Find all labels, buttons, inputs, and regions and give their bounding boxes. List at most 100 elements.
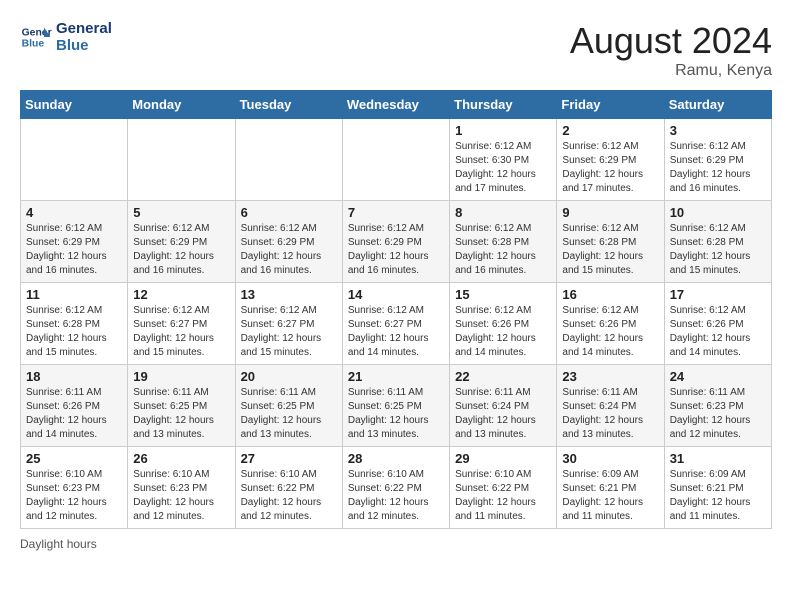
day-info: Sunrise: 6:12 AM Sunset: 6:29 PM Dayligh… bbox=[26, 222, 122, 278]
table-cell: 9 Sunrise: 6:12 AM Sunset: 6:28 PM Daylig… bbox=[557, 201, 664, 283]
table-cell bbox=[128, 119, 235, 201]
day-number: 10 bbox=[670, 205, 766, 220]
table-cell: 28 Sunrise: 6:10 AM Sunset: 6:22 PM Dayli… bbox=[342, 447, 449, 529]
week-row-2: 4 Sunrise: 6:12 AM Sunset: 6:29 PM Daylig… bbox=[21, 201, 772, 283]
table-cell: 14 Sunrise: 6:12 AM Sunset: 6:27 PM Dayli… bbox=[342, 283, 449, 365]
table-cell: 31Sunrise: 6:09 AM Sunset: 6:21 PM Dayli… bbox=[664, 447, 771, 529]
day-number: 12 bbox=[133, 287, 229, 302]
table-cell: 11Sunrise: 6:12 AM Sunset: 6:28 PM Dayli… bbox=[21, 283, 128, 365]
day-info: Sunrise: 6:12 AM Sunset: 6:30 PM Dayligh… bbox=[455, 140, 551, 196]
day-info: Sunrise: 6:12 AM Sunset: 6:27 PM Dayligh… bbox=[133, 304, 229, 360]
day-info: Sunrise: 6:10 AM Sunset: 6:22 PM Dayligh… bbox=[348, 468, 444, 524]
day-number: 24 bbox=[670, 369, 766, 384]
day-info: Sunrise: 6:11 AM Sunset: 6:23 PM Dayligh… bbox=[670, 386, 766, 442]
col-saturday: Saturday bbox=[664, 91, 771, 119]
col-friday: Friday bbox=[557, 91, 664, 119]
day-info: Sunrise: 6:12 AM Sunset: 6:26 PM Dayligh… bbox=[455, 304, 551, 360]
day-number: 7 bbox=[348, 205, 444, 220]
day-number: 22 bbox=[455, 369, 551, 384]
day-info: Sunrise: 6:12 AM Sunset: 6:29 PM Dayligh… bbox=[133, 222, 229, 278]
table-cell: 29Sunrise: 6:10 AM Sunset: 6:22 PM Dayli… bbox=[450, 447, 557, 529]
day-info: Sunrise: 6:12 AM Sunset: 6:29 PM Dayligh… bbox=[562, 140, 658, 196]
table-cell: 15 Sunrise: 6:12 AM Sunset: 6:26 PM Dayli… bbox=[450, 283, 557, 365]
col-wednesday: Wednesday bbox=[342, 91, 449, 119]
logo-blue: Blue bbox=[56, 37, 112, 54]
table-cell bbox=[342, 119, 449, 201]
day-info: Sunrise: 6:12 AM Sunset: 6:27 PM Dayligh… bbox=[241, 304, 337, 360]
table-cell: 30 Sunrise: 6:09 AM Sunset: 6:21 PM Dayli… bbox=[557, 447, 664, 529]
day-number: 4 bbox=[26, 205, 122, 220]
day-info: Sunrise: 6:11 AM Sunset: 6:25 PM Dayligh… bbox=[133, 386, 229, 442]
day-info: Sunrise: 6:12 AM Sunset: 6:27 PM Dayligh… bbox=[348, 304, 444, 360]
table-cell: 6Sunrise: 6:12 AM Sunset: 6:29 PM Daylig… bbox=[235, 201, 342, 283]
week-row-1: 1 Sunrise: 6:12 AM Sunset: 6:30 PM Daylig… bbox=[21, 119, 772, 201]
day-info: Sunrise: 6:11 AM Sunset: 6:24 PM Dayligh… bbox=[562, 386, 658, 442]
header-row: Sunday Monday Tuesday Wednesday Thursday… bbox=[21, 91, 772, 119]
table-cell: 13Sunrise: 6:12 AM Sunset: 6:27 PM Dayli… bbox=[235, 283, 342, 365]
daylight-label: Daylight hours bbox=[20, 537, 97, 551]
location: Ramu, Kenya bbox=[570, 62, 772, 80]
day-number: 17 bbox=[670, 287, 766, 302]
day-number: 2 bbox=[562, 123, 658, 138]
day-number: 1 bbox=[455, 123, 551, 138]
table-cell: 2 Sunrise: 6:12 AM Sunset: 6:29 PM Daylig… bbox=[557, 119, 664, 201]
table-cell: 3Sunrise: 6:12 AM Sunset: 6:29 PM Daylig… bbox=[664, 119, 771, 201]
table-cell: 25Sunrise: 6:10 AM Sunset: 6:23 PM Dayli… bbox=[21, 447, 128, 529]
day-number: 5 bbox=[133, 205, 229, 220]
day-info: Sunrise: 6:11 AM Sunset: 6:25 PM Dayligh… bbox=[241, 386, 337, 442]
day-info: Sunrise: 6:12 AM Sunset: 6:26 PM Dayligh… bbox=[670, 304, 766, 360]
day-number: 28 bbox=[348, 451, 444, 466]
title-area: August 2024 Ramu, Kenya bbox=[570, 20, 772, 80]
table-cell: 8 Sunrise: 6:12 AM Sunset: 6:28 PM Daylig… bbox=[450, 201, 557, 283]
day-info: Sunrise: 6:10 AM Sunset: 6:23 PM Dayligh… bbox=[26, 468, 122, 524]
table-cell: 21Sunrise: 6:11 AM Sunset: 6:25 PM Dayli… bbox=[342, 365, 449, 447]
day-info: Sunrise: 6:12 AM Sunset: 6:26 PM Dayligh… bbox=[562, 304, 658, 360]
table-cell: 26 Sunrise: 6:10 AM Sunset: 6:23 PM Dayli… bbox=[128, 447, 235, 529]
week-row-5: 25Sunrise: 6:10 AM Sunset: 6:23 PM Dayli… bbox=[21, 447, 772, 529]
table-cell: 4 Sunrise: 6:12 AM Sunset: 6:29 PM Daylig… bbox=[21, 201, 128, 283]
day-info: Sunrise: 6:11 AM Sunset: 6:24 PM Dayligh… bbox=[455, 386, 551, 442]
table-cell: 22 Sunrise: 6:11 AM Sunset: 6:24 PM Dayli… bbox=[450, 365, 557, 447]
table-cell: 16 Sunrise: 6:12 AM Sunset: 6:26 PM Dayli… bbox=[557, 283, 664, 365]
table-cell: 7 Sunrise: 6:12 AM Sunset: 6:29 PM Daylig… bbox=[342, 201, 449, 283]
svg-text:Blue: Blue bbox=[22, 39, 45, 50]
day-info: Sunrise: 6:12 AM Sunset: 6:29 PM Dayligh… bbox=[670, 140, 766, 196]
col-sunday: Sunday bbox=[21, 91, 128, 119]
day-number: 20 bbox=[241, 369, 337, 384]
day-number: 31 bbox=[670, 451, 766, 466]
day-number: 8 bbox=[455, 205, 551, 220]
day-number: 9 bbox=[562, 205, 658, 220]
logo-icon: General Blue bbox=[20, 21, 52, 53]
table-cell: 10Sunrise: 6:12 AM Sunset: 6:28 PM Dayli… bbox=[664, 201, 771, 283]
table-cell: 27Sunrise: 6:10 AM Sunset: 6:22 PM Dayli… bbox=[235, 447, 342, 529]
logo-general: General bbox=[56, 20, 112, 37]
day-info: Sunrise: 6:09 AM Sunset: 6:21 PM Dayligh… bbox=[562, 468, 658, 524]
table-cell: 19Sunrise: 6:11 AM Sunset: 6:25 PM Dayli… bbox=[128, 365, 235, 447]
table-cell: 5 Sunrise: 6:12 AM Sunset: 6:29 PM Daylig… bbox=[128, 201, 235, 283]
day-number: 14 bbox=[348, 287, 444, 302]
month-year: August 2024 bbox=[570, 20, 772, 62]
table-cell: 23Sunrise: 6:11 AM Sunset: 6:24 PM Dayli… bbox=[557, 365, 664, 447]
table-cell: 24 Sunrise: 6:11 AM Sunset: 6:23 PM Dayli… bbox=[664, 365, 771, 447]
table-cell bbox=[21, 119, 128, 201]
week-row-3: 11Sunrise: 6:12 AM Sunset: 6:28 PM Dayli… bbox=[21, 283, 772, 365]
table-cell: 17 Sunrise: 6:12 AM Sunset: 6:26 PM Dayli… bbox=[664, 283, 771, 365]
table-cell: 18 Sunrise: 6:11 AM Sunset: 6:26 PM Dayli… bbox=[21, 365, 128, 447]
col-thursday: Thursday bbox=[450, 91, 557, 119]
day-number: 26 bbox=[133, 451, 229, 466]
calendar-table: Sunday Monday Tuesday Wednesday Thursday… bbox=[20, 90, 772, 529]
col-tuesday: Tuesday bbox=[235, 91, 342, 119]
day-number: 30 bbox=[562, 451, 658, 466]
day-info: Sunrise: 6:12 AM Sunset: 6:28 PM Dayligh… bbox=[455, 222, 551, 278]
day-info: Sunrise: 6:10 AM Sunset: 6:23 PM Dayligh… bbox=[133, 468, 229, 524]
day-info: Sunrise: 6:11 AM Sunset: 6:25 PM Dayligh… bbox=[348, 386, 444, 442]
day-number: 16 bbox=[562, 287, 658, 302]
day-info: Sunrise: 6:11 AM Sunset: 6:26 PM Dayligh… bbox=[26, 386, 122, 442]
day-info: Sunrise: 6:12 AM Sunset: 6:28 PM Dayligh… bbox=[562, 222, 658, 278]
day-number: 15 bbox=[455, 287, 551, 302]
day-info: Sunrise: 6:12 AM Sunset: 6:29 PM Dayligh… bbox=[348, 222, 444, 278]
day-number: 18 bbox=[26, 369, 122, 384]
day-info: Sunrise: 6:10 AM Sunset: 6:22 PM Dayligh… bbox=[455, 468, 551, 524]
table-cell: 12 Sunrise: 6:12 AM Sunset: 6:27 PM Dayli… bbox=[128, 283, 235, 365]
table-cell bbox=[235, 119, 342, 201]
